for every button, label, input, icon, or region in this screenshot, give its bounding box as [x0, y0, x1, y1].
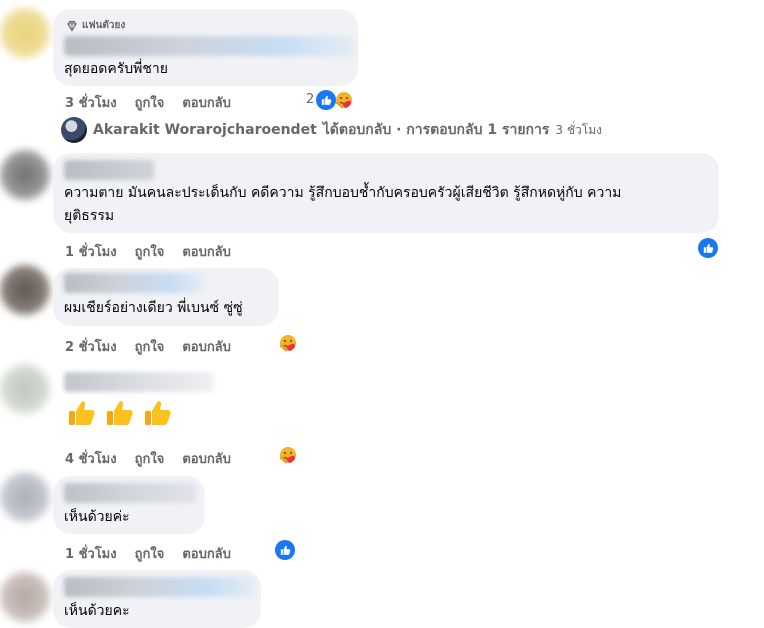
like-icon[interactable]: [316, 90, 336, 110]
timestamp[interactable]: 1 ชั่วโมง: [65, 543, 117, 564]
comment-text: เห็นด้วยค่ะ: [64, 509, 130, 525]
comment-actions: 3 ชั่วโมง ถูกใจ ตอบกลับ: [65, 92, 231, 113]
timestamp[interactable]: 1 ชั่วโมง: [65, 241, 117, 262]
like-button[interactable]: ถูกใจ: [135, 543, 165, 564]
comment-actions: 2 ชั่วโมง ถูกใจ ตอบกลับ: [65, 336, 231, 357]
comment-actions: 1 ชั่วโมง ถูกใจ ตอบกลับ: [65, 241, 231, 262]
commenter-name[interactable]: [64, 372, 214, 392]
commenter-name[interactable]: [64, 577, 254, 597]
comment-text: เห็นด้วยคะ: [64, 603, 130, 619]
diamond-icon: [67, 20, 77, 32]
timestamp[interactable]: 2 ชั่วโมง: [65, 336, 117, 357]
comment-actions: 1 ชั่วโมง ถูกใจ ตอบกลับ: [65, 543, 231, 564]
comment-text: สุดยอดครับพี่ชาย: [64, 61, 168, 77]
view-replies-link[interactable]: Akarakit Worarojcharoendet ได้ตอบกลับ · …: [61, 117, 602, 143]
emoji-comment: [66, 397, 174, 429]
comment-text-line-2: ยุติธรรม: [64, 208, 115, 224]
reply-button[interactable]: ตอบกลับ: [182, 448, 231, 469]
top-fan-badge: แฟนตัวยง: [66, 18, 125, 33]
like-icon[interactable]: [275, 540, 295, 560]
timestamp[interactable]: 3 ชั่วโมง: [65, 92, 117, 113]
comment-text-line-1: ความตาย มันคนละประเด็นกับ คดีความ รู้สึก…: [64, 185, 622, 201]
reply-count-text[interactable]: ได้ตอบกลับ · การตอบกลับ 1 รายการ: [323, 119, 550, 141]
reply-author[interactable]: Akarakit Worarojcharoendet: [93, 122, 317, 138]
thumbs-up-icon: [69, 401, 95, 425]
avatar: [61, 117, 87, 143]
avatar[interactable]: [0, 265, 50, 315]
like-button[interactable]: ถูกใจ: [135, 336, 165, 357]
reaction-count[interactable]: 2: [306, 92, 314, 107]
comment-actions: 4 ชั่วโมง ถูกใจ ตอบกลับ: [65, 448, 231, 469]
care-icon[interactable]: [278, 445, 298, 465]
timestamp[interactable]: 4 ชั่วโมง: [65, 448, 117, 469]
thumbs-up-icon: [145, 401, 171, 425]
avatar[interactable]: [0, 472, 50, 522]
avatar[interactable]: [0, 150, 50, 200]
like-icon[interactable]: [698, 238, 718, 258]
commenter-name[interactable]: [64, 483, 196, 503]
reply-button[interactable]: ตอบกลับ: [182, 336, 231, 357]
badge-label: แฟนตัวยง: [82, 20, 126, 31]
like-button[interactable]: ถูกใจ: [135, 448, 165, 469]
commenter-name[interactable]: [64, 160, 154, 180]
care-icon[interactable]: [278, 333, 298, 353]
avatar[interactable]: [0, 364, 50, 414]
reply-time: 3 ชั่วโมง: [555, 122, 602, 137]
comment-text: ผมเชียร์อย่างเดียว พี่เบนซ์ ซู่ซู่: [64, 300, 243, 316]
reply-button[interactable]: ตอบกลับ: [182, 241, 231, 262]
care-icon[interactable]: [334, 90, 354, 110]
thumbs-up-icon: [107, 401, 133, 425]
like-button[interactable]: ถูกใจ: [135, 241, 165, 262]
avatar[interactable]: [0, 8, 50, 58]
avatar[interactable]: [0, 572, 50, 622]
commenter-name[interactable]: [64, 273, 204, 293]
commenter-name[interactable]: [64, 36, 354, 56]
reply-button[interactable]: ตอบกลับ: [182, 543, 231, 564]
like-button[interactable]: ถูกใจ: [135, 92, 165, 113]
reply-button[interactable]: ตอบกลับ: [182, 92, 231, 113]
